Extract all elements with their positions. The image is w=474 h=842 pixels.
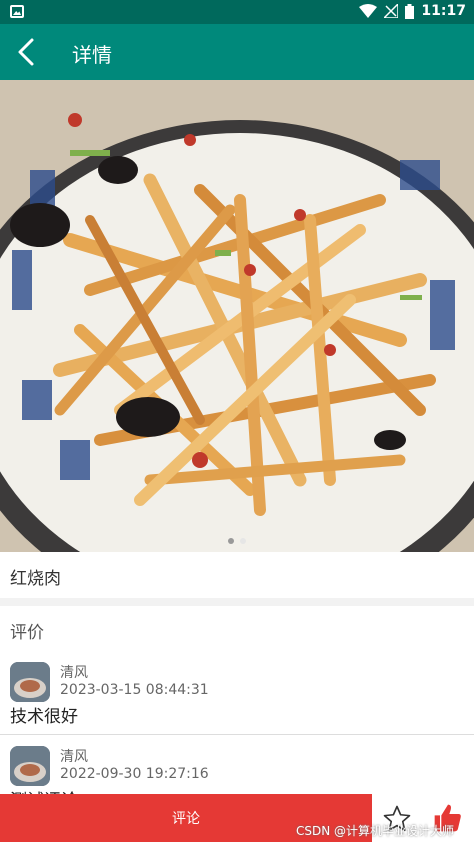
dish-photo xyxy=(0,80,474,552)
review-text: 技术很好 xyxy=(10,707,78,727)
dish-name: 红烧肉 xyxy=(10,569,61,589)
dish-image-carousel[interactable] xyxy=(0,80,474,552)
reviews-heading: 评价 xyxy=(10,623,44,643)
battery-icon xyxy=(405,3,415,19)
divider xyxy=(0,734,474,735)
carousel-dot-active xyxy=(228,538,234,544)
app-bar: 详情 xyxy=(0,24,474,80)
back-arrow-icon xyxy=(18,38,34,66)
page-title: 详情 xyxy=(72,43,112,67)
image-notification-icon xyxy=(10,5,24,18)
carousel-dot xyxy=(240,538,246,544)
dish-name-bar: 红烧肉 xyxy=(0,552,474,598)
review-time: 2022-09-30 19:27:16 xyxy=(60,766,209,782)
status-time: 11:17 xyxy=(421,3,466,19)
status-bar: 11:17 xyxy=(0,0,474,24)
avatar xyxy=(10,746,50,786)
review-item: 清风 2023-03-15 08:44:31 技术很好 xyxy=(0,658,474,734)
avatar xyxy=(10,662,50,702)
no-signal-icon xyxy=(384,4,399,18)
review-time: 2023-03-15 08:44:31 xyxy=(60,682,209,698)
wifi-icon xyxy=(359,4,378,18)
review-user: 清风 xyxy=(60,665,88,681)
back-button[interactable] xyxy=(12,36,44,68)
watermark: CSDN @计算机毕业设计大师 xyxy=(296,824,455,838)
carousel-indicator xyxy=(0,538,474,544)
review-user: 清风 xyxy=(60,749,88,765)
